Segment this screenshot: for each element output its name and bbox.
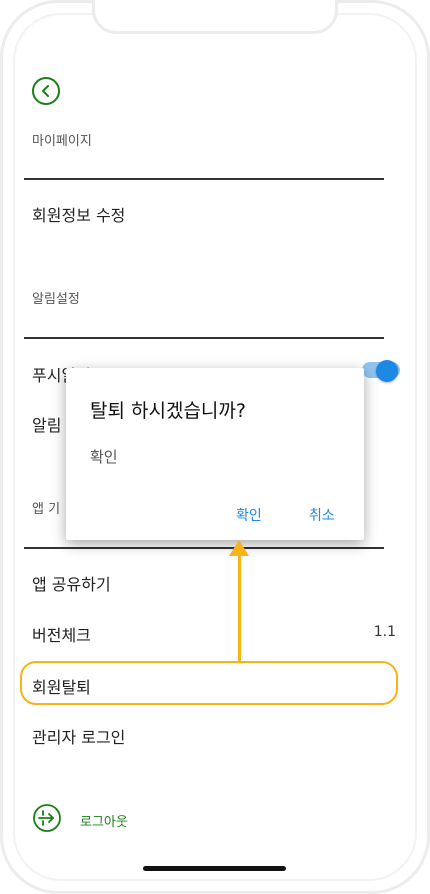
- logout-icon[interactable]: [32, 803, 62, 833]
- back-button[interactable]: [32, 77, 60, 105]
- edit-profile-item[interactable]: 회원정보 수정: [32, 202, 125, 226]
- annotation-arrow-head: [229, 540, 249, 556]
- withdraw-confirm-dialog: 탈퇴 하시겠습니까? 확인 확인 취소: [66, 368, 364, 540]
- screen: 마이페이지 회원정보 수정 알림설정 푸시알림 알림 앱 기 앱 공유하기 버전…: [0, 0, 430, 894]
- version-value: 1.1: [373, 624, 396, 640]
- divider: [24, 547, 384, 549]
- logout-button[interactable]: 로그아웃: [80, 811, 128, 830]
- admin-login-item[interactable]: 관리자 로그인: [32, 724, 125, 748]
- cancel-button[interactable]: 취소: [309, 505, 335, 525]
- annotation-arrow-line: [238, 554, 241, 662]
- confirm-button[interactable]: 확인: [236, 505, 262, 525]
- app-section-partial: 앱 기: [32, 502, 61, 517]
- chevron-left-icon: [42, 85, 49, 97]
- push-toggle-knob[interactable]: [376, 360, 398, 382]
- dialog-title: 탈퇴 하시겠습니까?: [90, 400, 246, 422]
- share-app-item[interactable]: 앱 공유하기: [32, 571, 111, 595]
- withdraw-highlight-outline: [20, 661, 398, 705]
- dialog-message: 확인: [90, 448, 118, 466]
- version-check-item[interactable]: 버전체크: [32, 622, 91, 646]
- notification-section-label: 알림설정: [32, 292, 80, 307]
- divider: [24, 337, 384, 339]
- home-indicator[interactable]: [143, 866, 286, 871]
- page-title: 마이페이지: [32, 134, 92, 149]
- divider: [24, 178, 384, 180]
- notification-item-partial: 알림: [32, 416, 62, 435]
- phone-notch: [92, 0, 338, 34]
